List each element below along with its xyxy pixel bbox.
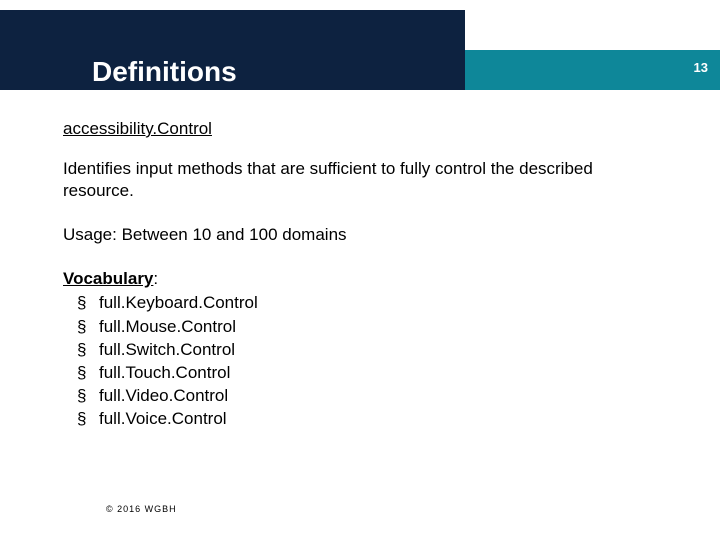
- list-item: full.Touch.Control: [77, 362, 643, 384]
- vocabulary-section: Vocabulary: full.Keyboard.Control full.M…: [63, 268, 643, 430]
- term-description: Identifies input methods that are suffic…: [63, 158, 643, 202]
- slide: Definitions 13 accessibility.Control Ide…: [0, 0, 720, 540]
- usage-note: Usage: Between 10 and 100 domains: [63, 224, 643, 246]
- list-item: full.Switch.Control: [77, 339, 643, 361]
- term-name: accessibility.Control: [63, 118, 643, 140]
- list-item: full.Mouse.Control: [77, 316, 643, 338]
- list-item: full.Video.Control: [77, 385, 643, 407]
- list-item: full.Voice.Control: [77, 408, 643, 430]
- page-number: 13: [694, 60, 708, 75]
- page-title: Definitions: [92, 56, 237, 88]
- vocabulary-list: full.Keyboard.Control full.Mouse.Control…: [77, 292, 643, 430]
- copyright-footer: © 2016 WGBH: [106, 504, 177, 514]
- vocabulary-colon: :: [153, 269, 158, 288]
- vocabulary-label: Vocabulary: [63, 269, 153, 288]
- body-content: accessibility.Control Identifies input m…: [63, 118, 643, 431]
- list-item: full.Keyboard.Control: [77, 292, 643, 314]
